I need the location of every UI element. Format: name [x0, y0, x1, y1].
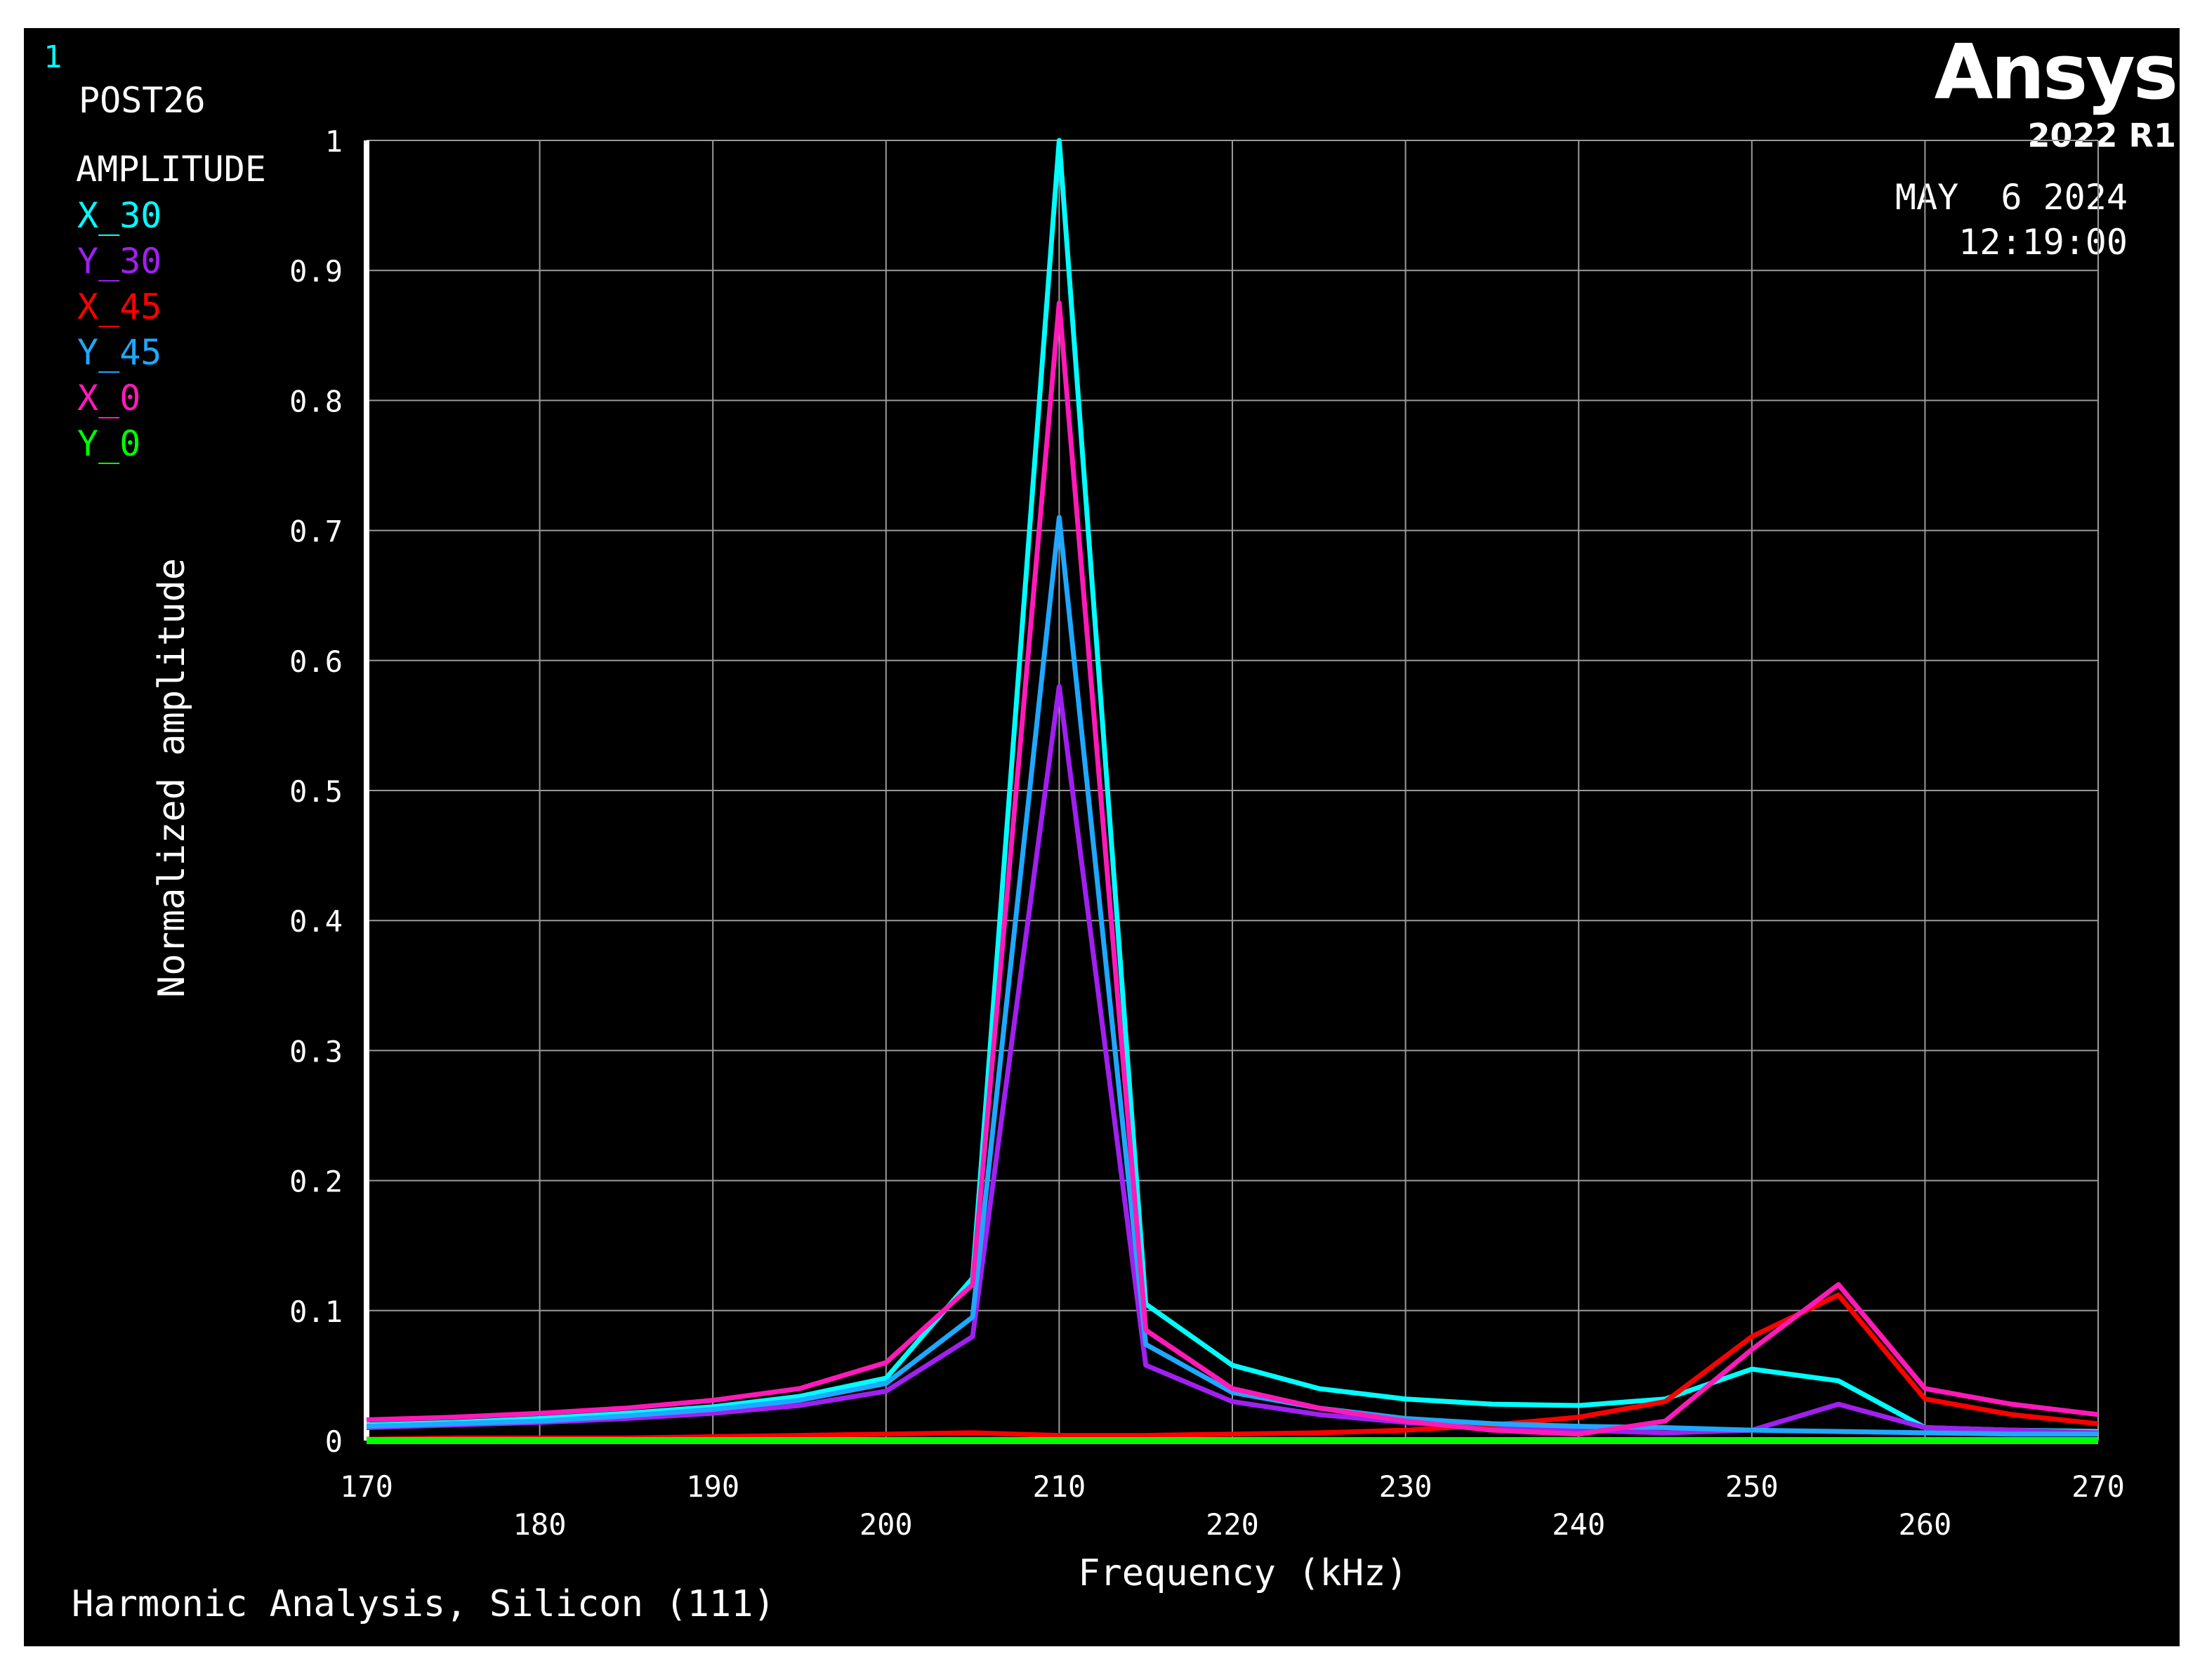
- legend: X_30 Y_30X_45 Y_45 X_0 Y_0: [77, 195, 162, 464]
- x-tick-label: 170: [340, 1469, 393, 1504]
- y-tick-label: 1: [325, 124, 343, 159]
- grid: [366, 140, 2099, 1441]
- x-tick-label: 190: [686, 1469, 739, 1504]
- legend-entry: Y_0: [77, 423, 140, 464]
- y-tick-label: 0.5: [289, 774, 343, 809]
- legend-entry: X_0: [77, 378, 140, 418]
- y-tick-label: 0.8: [289, 384, 343, 418]
- x-tick-label: 260: [1898, 1507, 1951, 1542]
- y-tick-label: 0.4: [289, 904, 343, 939]
- y-tick-labels: 0 0.1 0.2 0.3 0.4 0.5 0.6 0.7 0.8 0.9 1: [289, 124, 343, 1459]
- y-tick-label: 0.3: [289, 1034, 343, 1069]
- y-tick-label: 0.1: [289, 1295, 343, 1329]
- x-tick-label: 180: [513, 1507, 567, 1542]
- legend-entry: X_30: [77, 195, 162, 236]
- y-tick-label: 0.9: [289, 254, 343, 289]
- x-tick-label: 210: [1032, 1469, 1086, 1504]
- legend-entry: Y_45: [77, 332, 162, 373]
- x-tick-label: 250: [1725, 1469, 1779, 1504]
- x-tick-label: 220: [1206, 1507, 1259, 1542]
- x-tick-labels: 170 180 190 200 210 220 230 240 250 260 270: [340, 1469, 2125, 1542]
- x-tick-label: 240: [1552, 1507, 1605, 1542]
- legend-entry: X_45: [77, 286, 162, 327]
- x-tick-label: 200: [859, 1507, 913, 1542]
- x-tick-label: 230: [1379, 1469, 1432, 1504]
- x-tick-label: 270: [2071, 1469, 2125, 1504]
- program-label: POST26: [79, 80, 206, 121]
- window-number: 1: [44, 39, 62, 75]
- y-tick-label: 0.2: [289, 1165, 343, 1199]
- x-axis-label: Frequency (kHz): [1078, 1552, 1408, 1594]
- y-axis-label: Normalized amplitude: [151, 558, 193, 998]
- y-tick-label: 0: [325, 1424, 343, 1459]
- footer-title: Harmonic Analysis, Silicon (111): [72, 1583, 775, 1625]
- y-tick-label: 0.7: [289, 515, 343, 549]
- date-text: MAY 6 2024: [1895, 177, 2128, 218]
- variable-label: AMPLITUDE: [76, 149, 266, 190]
- y-tick-label: 0.6: [289, 644, 343, 679]
- legend-entry: Y_30: [77, 241, 162, 282]
- time-text: 12:19:00: [1958, 222, 2128, 263]
- amplitude-chart: 1 POST26 AMPLITUDE MAY 6 2024 12:19:00 H…: [44, 39, 2128, 1625]
